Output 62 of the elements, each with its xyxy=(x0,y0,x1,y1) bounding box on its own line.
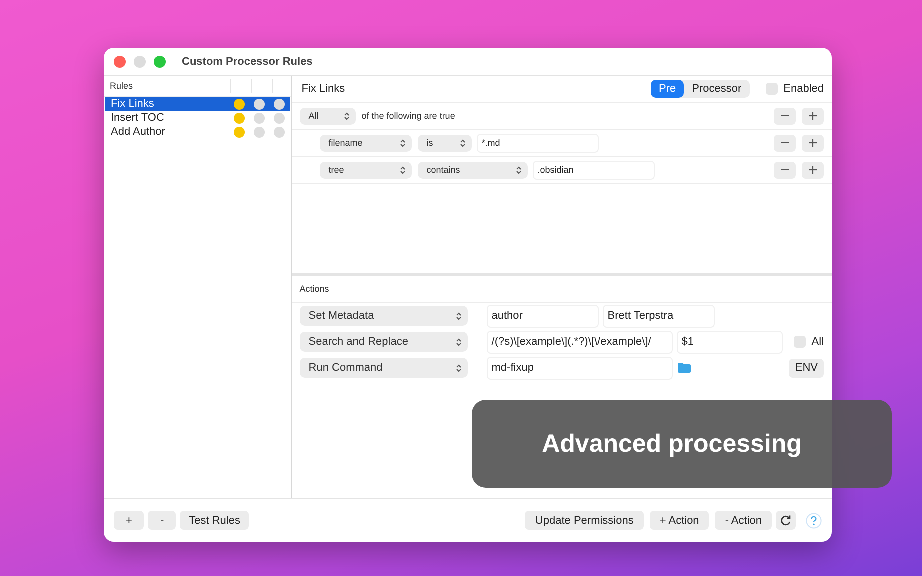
chevron-icon xyxy=(456,338,462,346)
minus-icon xyxy=(781,142,789,144)
footer-button[interactable]: Update Permissions xyxy=(525,511,644,530)
window-title: Custom Processor Rules xyxy=(182,56,313,68)
chevron-icon xyxy=(516,166,522,174)
chevron-icon xyxy=(460,138,466,148)
action-popup[interactable]: Search and Replace xyxy=(300,332,468,352)
replace-field[interactable]: $1 xyxy=(678,332,782,352)
footer-button[interactable]: - xyxy=(148,511,176,530)
plus-icon xyxy=(809,112,817,120)
rule-item[interactable]: Add Author xyxy=(105,125,290,139)
help-icon[interactable] xyxy=(806,512,822,528)
remove-button[interactable] xyxy=(774,162,796,178)
action-popup[interactable]: Run Command xyxy=(300,358,468,378)
enabled-checkbox[interactable] xyxy=(766,83,778,95)
all-label: All xyxy=(812,336,824,348)
caption-banner: Advanced processing xyxy=(472,400,892,488)
footer-button[interactable]: + Action xyxy=(650,511,710,530)
rule-name-field[interactable]: Fix Links xyxy=(300,80,645,98)
condition-value-field[interactable]: *.md xyxy=(478,134,598,152)
add-button[interactable] xyxy=(802,162,824,178)
chevron-icon xyxy=(400,166,406,174)
action-popup[interactable]: Set Metadata xyxy=(300,306,468,326)
value-field[interactable]: Brett Terpstra xyxy=(604,306,714,326)
remove-button[interactable] xyxy=(774,108,796,124)
chevron-icon xyxy=(400,138,406,148)
command-field[interactable]: md-fixup xyxy=(488,358,672,378)
refresh-icon xyxy=(780,514,792,526)
field-popup[interactable]: tree xyxy=(320,162,412,178)
refresh-button[interactable] xyxy=(776,511,796,530)
rule-item[interactable]: Insert TOC xyxy=(105,111,290,125)
footer-button[interactable]: - Action xyxy=(715,511,772,530)
chevron-icon xyxy=(456,312,462,320)
search-pattern-field[interactable]: /(?s)\[example\](.*?)\[\/example\]/ xyxy=(488,332,672,352)
plus-icon xyxy=(809,166,817,174)
env-button[interactable]: ENV xyxy=(789,358,824,378)
minus-icon xyxy=(781,115,789,117)
folder-icon[interactable] xyxy=(678,363,691,373)
key-field[interactable]: author xyxy=(488,306,598,326)
footer-button[interactable]: + xyxy=(114,511,144,530)
column-header: Rules xyxy=(110,81,134,91)
section-header: Actions xyxy=(300,284,330,294)
condition-value-field[interactable]: .obsidian xyxy=(534,162,654,178)
footer-button[interactable]: Test Rules xyxy=(180,511,250,530)
segment-tab[interactable]: Processor xyxy=(684,80,750,98)
segment-tab[interactable]: Pre xyxy=(650,80,684,98)
rule-item[interactable]: Fix Links xyxy=(105,97,290,111)
close-button[interactable] xyxy=(114,56,126,68)
chevron-icon xyxy=(456,364,462,372)
chevron-icon xyxy=(344,112,350,120)
quantifier-popup[interactable]: All xyxy=(300,108,356,124)
add-button[interactable] xyxy=(802,134,824,152)
enabled-label: Enabled xyxy=(784,83,824,95)
operator-popup[interactable]: is xyxy=(418,134,472,152)
add-button[interactable] xyxy=(802,108,824,124)
match-label: of the following are true xyxy=(362,111,456,121)
remove-button[interactable] xyxy=(774,134,796,152)
all-checkbox[interactable] xyxy=(794,336,806,348)
operator-popup[interactable]: contains xyxy=(418,162,528,178)
minus-icon xyxy=(781,169,789,171)
plus-icon xyxy=(809,139,817,147)
field-popup[interactable]: filename xyxy=(320,134,412,152)
